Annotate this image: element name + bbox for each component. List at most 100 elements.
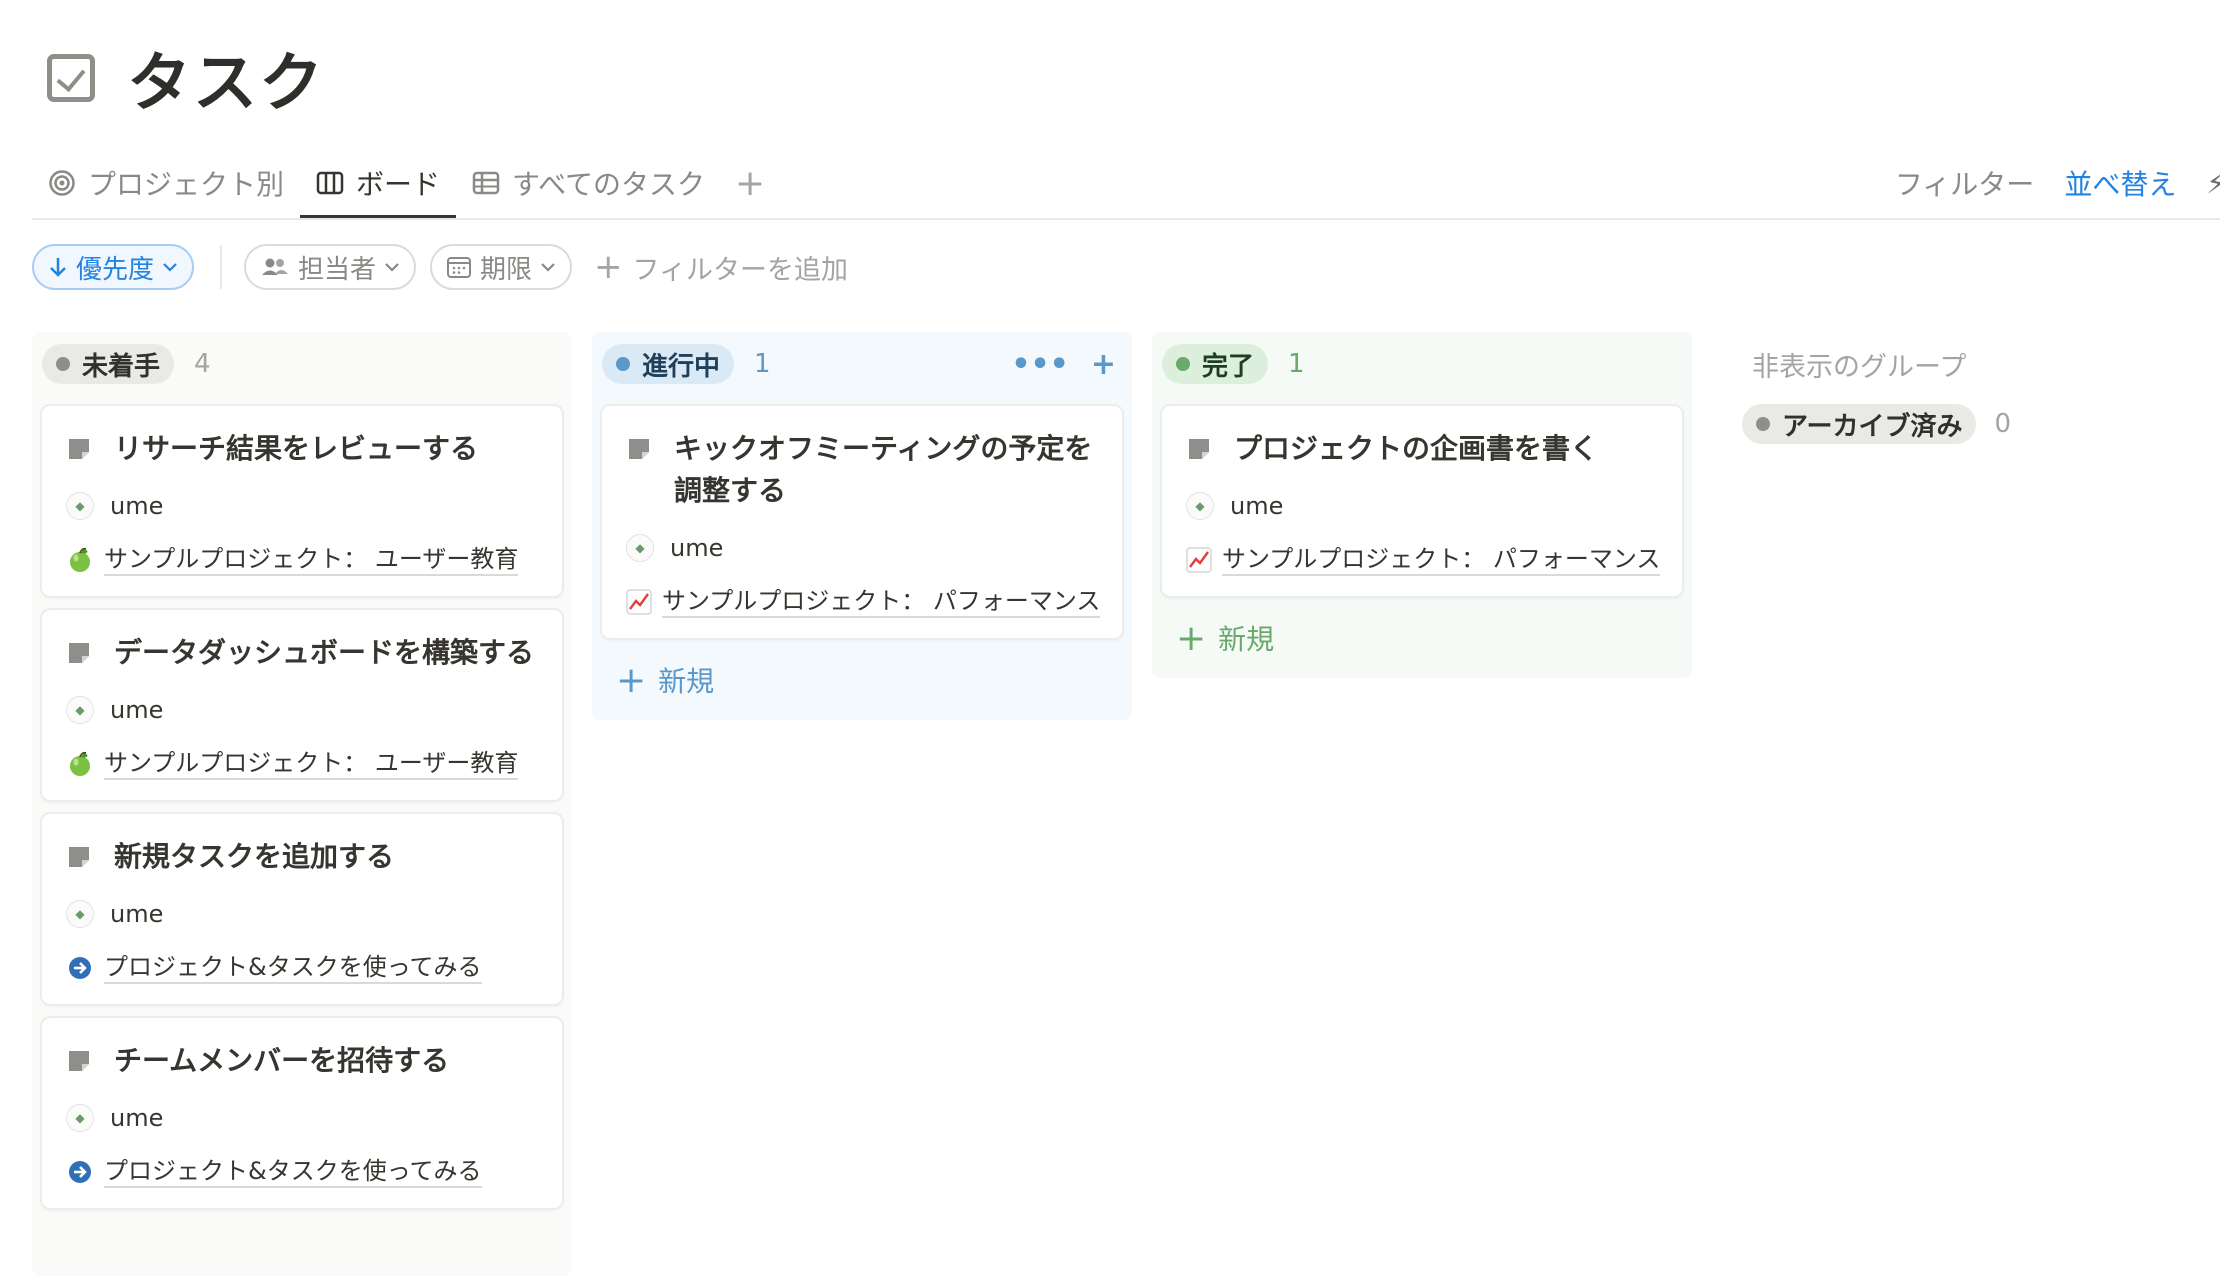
hidden-groups: 非表示のグループ アーカイブ済み 0	[1742, 332, 2142, 452]
add-filter-label: フィルターを追加	[632, 254, 849, 286]
card-project[interactable]: サンプルプロジェクト： ユーザー教育	[66, 542, 538, 578]
status-label: 未着手	[82, 351, 161, 382]
card-project[interactable]: プロジェクト&タスクを使ってみる	[66, 1154, 538, 1190]
add-filter-button[interactable]: + フィルターを追加	[594, 247, 848, 287]
document-icon	[69, 1051, 89, 1071]
column-tools: ••• +	[989, 347, 1116, 382]
assignee-name: ume	[110, 696, 164, 724]
card-title: プロジェクトの企画書を書く	[1234, 432, 1599, 465]
assignee-filter-chip[interactable]: 担当者	[244, 244, 417, 290]
project-link: サンプルプロジェクト： パフォーマンス	[662, 586, 1101, 618]
card-assignee: ◆ ume	[66, 1098, 538, 1138]
chart-up-icon	[1186, 546, 1212, 574]
tab-label: ボード	[356, 168, 441, 201]
project-link: サンプルプロジェクト： ユーザー教育	[104, 748, 519, 780]
tab-all-tasks[interactable]: すべてのタスク	[456, 148, 721, 218]
chevron-down-icon	[384, 261, 400, 273]
column-header: 未着手 4	[42, 332, 562, 396]
card-assignee: ◆ ume	[66, 486, 538, 526]
card-project[interactable]: プロジェクト&タスクを使ってみる	[66, 950, 538, 986]
new-card-button[interactable]: + 新規	[1162, 610, 1682, 666]
tab-by-project[interactable]: プロジェクト別	[32, 148, 300, 218]
add-card-plus-icon[interactable]: +	[1091, 347, 1116, 382]
checkbox-icon[interactable]	[47, 54, 95, 102]
tab-label: すべてのタスク	[512, 168, 705, 201]
status-pill-done[interactable]: 完了	[1162, 344, 1269, 384]
assignee-name: ume	[110, 900, 164, 928]
card-title: 新規タスクを追加する	[114, 840, 395, 873]
project-link: サンプルプロジェクト： ユーザー教育	[104, 544, 519, 576]
status-pill-todo[interactable]: 未着手	[42, 344, 175, 384]
status-dot	[1756, 417, 1770, 431]
assignee-name: ume	[670, 534, 724, 562]
board-column-todo: 未着手 4 リサーチ結果をレビューする ◆ ume サンプルプロジェクト： ユー…	[32, 332, 572, 1276]
status-label: 進行中	[642, 351, 721, 382]
status-pill-in-progress[interactable]: 進行中	[602, 344, 735, 384]
assignee-name: ume	[110, 492, 164, 520]
chip-label: 期限	[480, 254, 533, 285]
card-title: キックオフミーティングの予定を調整する	[674, 432, 1093, 507]
card-assignee: ◆ ume	[626, 528, 1098, 568]
task-card[interactable]: チームメンバーを招待する ◆ ume プロジェクト&タスクを使ってみる	[42, 1018, 562, 1208]
card-assignee: ◆ ume	[1186, 486, 1658, 526]
automation-bolt-icon[interactable]: ⚡	[2206, 167, 2220, 200]
card-project[interactable]: サンプルプロジェクト： パフォーマンス	[626, 584, 1101, 620]
people-icon	[260, 255, 290, 279]
apple-icon	[66, 750, 94, 778]
sort-button[interactable]: 並べ替え	[2064, 163, 2176, 203]
card-title: データダッシュボードを構築する	[114, 636, 535, 669]
board-column-done: 完了 1 プロジェクトの企画書を書く ◆ ume サンプルプロジェクト： パフォ…	[1152, 332, 1692, 678]
status-pill-archived[interactable]: アーカイブ済み	[1742, 404, 1977, 444]
due-date-filter-chip[interactable]: 期限	[430, 244, 573, 290]
arrow-down-icon	[48, 255, 68, 279]
tab-board[interactable]: ボード	[300, 148, 457, 219]
card-project[interactable]: サンプルプロジェクト： パフォーマンス	[1186, 542, 1661, 578]
board-icon	[316, 169, 344, 197]
task-card[interactable]: データダッシュボードを構築する ◆ ume サンプルプロジェクト： ユーザー教育	[42, 610, 562, 800]
task-card[interactable]: 新規タスクを追加する ◆ ume プロジェクト&タスクを使ってみる	[42, 814, 562, 1004]
page-title[interactable]: タスク	[127, 32, 325, 124]
sort-priority-chip[interactable]: 優先度	[32, 244, 195, 290]
add-view-button[interactable]: +	[721, 148, 779, 218]
card-project[interactable]: サンプルプロジェクト： ユーザー教育	[66, 746, 538, 782]
filter-button[interactable]: フィルター	[1895, 163, 2034, 203]
project-link: サンプルプロジェクト： パフォーマンス	[1222, 544, 1661, 576]
page-header: タスク	[47, 32, 325, 124]
avatar: ◆	[66, 1104, 94, 1132]
card-title: チームメンバーを招待する	[114, 1044, 450, 1077]
avatar: ◆	[66, 900, 94, 928]
avatar: ◆	[66, 696, 94, 724]
chip-label: 優先度	[76, 254, 155, 285]
card-title-row: プロジェクトの企画書を書く	[1186, 428, 1658, 470]
hidden-groups-title[interactable]: 非表示のグループ	[1742, 332, 2142, 396]
task-card[interactable]: キックオフミーティングの予定を調整する ◆ ume サンプルプロジェクト： パフ…	[602, 406, 1122, 638]
task-card[interactable]: リサーチ結果をレビューする ◆ ume サンプルプロジェクト： ユーザー教育	[42, 406, 562, 596]
status-label: 完了	[1202, 351, 1255, 382]
card-title-row: データダッシュボードを構築する	[66, 632, 538, 674]
avatar: ◆	[66, 492, 94, 520]
status-dot	[1176, 357, 1190, 371]
chevron-down-icon	[162, 261, 178, 273]
document-icon	[69, 847, 89, 867]
arrow-circle-icon	[66, 1158, 94, 1186]
card-title-row: リサーチ結果をレビューする	[66, 428, 538, 470]
view-actions: フィルター 並べ替え ⚡	[1865, 148, 2220, 218]
apple-icon	[66, 546, 94, 574]
hidden-group-count: 0	[1994, 409, 2011, 439]
column-header: 完了 1	[1162, 332, 1682, 396]
tab-label: プロジェクト別	[88, 168, 285, 201]
column-count: 1	[1288, 349, 1305, 379]
document-icon	[69, 439, 89, 459]
task-card[interactable]: プロジェクトの企画書を書く ◆ ume サンプルプロジェクト： パフォーマンス	[1162, 406, 1682, 596]
calendar-icon	[446, 255, 472, 279]
chevron-down-icon	[540, 261, 556, 273]
new-card-button[interactable]: + 新規	[602, 652, 1122, 708]
view-tabs: プロジェクト別 ボード すべてのタスク +	[32, 148, 779, 219]
tabs-divider	[32, 218, 2220, 220]
plus-icon: +	[594, 247, 623, 287]
more-options-icon[interactable]: •••	[1011, 347, 1069, 382]
hidden-group-archived[interactable]: アーカイブ済み 0	[1742, 396, 2142, 452]
new-card-label: 新規	[1218, 623, 1275, 656]
plus-icon: +	[1176, 617, 1207, 659]
avatar: ◆	[626, 534, 654, 562]
